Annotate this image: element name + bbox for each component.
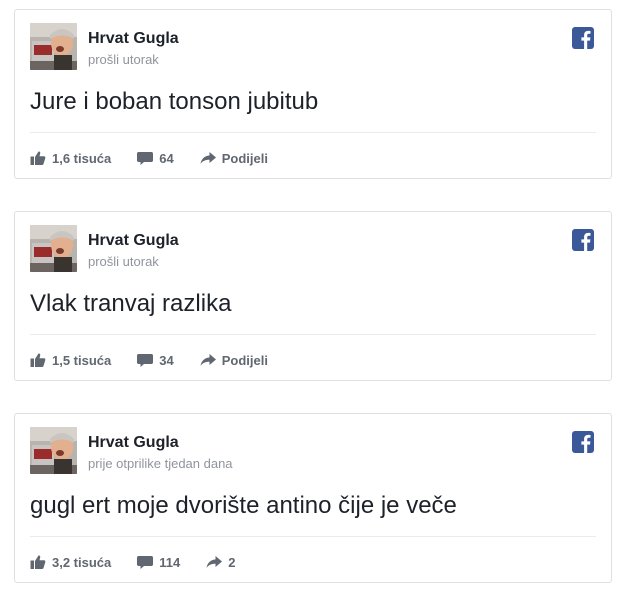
facebook-icon[interactable] — [572, 431, 594, 453]
post-author[interactable]: Hrvat Gugla — [88, 232, 179, 250]
share-label: Podijeli — [221, 150, 268, 166]
post-text: gugl ert moje dvorište antino čije je ve… — [30, 492, 457, 519]
divider — [30, 132, 596, 133]
share-icon — [200, 150, 222, 166]
facebook-icon[interactable] — [572, 229, 594, 251]
post-card: Hrvat Gugla prije otprilike tjedan dana … — [14, 413, 612, 583]
share-icon — [200, 352, 222, 368]
like-icon — [30, 554, 52, 570]
like-icon — [30, 150, 52, 166]
post-author[interactable]: Hrvat Gugla — [88, 434, 179, 452]
facebook-icon[interactable] — [572, 27, 594, 49]
comment-count: 34 — [159, 352, 174, 368]
post-card: Hrvat Gugla prošli utorak Jure i boban t… — [14, 9, 612, 179]
post-author[interactable]: Hrvat Gugla — [88, 30, 179, 48]
comment-icon — [137, 352, 159, 368]
post-actions: 1,5 tisuća 34 Podijeli — [30, 350, 294, 370]
like-count: 3,2 tisuća — [52, 554, 112, 570]
share-button[interactable]: Podijeli — [200, 150, 268, 166]
like-button[interactable]: 1,6 tisuća — [30, 150, 111, 166]
post-text: Vlak tranvaj razlika — [30, 290, 232, 317]
comment-icon — [137, 554, 159, 570]
post-actions: 1,6 tisuća 64 Podijeli — [30, 148, 294, 168]
post-card: Hrvat Gugla prošli utorak Vlak tranvaj r… — [14, 211, 612, 381]
comment-button[interactable]: 114 — [137, 554, 180, 570]
post-timestamp[interactable]: prije otprilike tjedan dana — [88, 456, 233, 471]
share-button[interactable]: 2 — [206, 554, 235, 570]
comment-button[interactable]: 64 — [137, 150, 174, 166]
share-count: 2 — [228, 554, 236, 570]
comment-button[interactable]: 34 — [137, 352, 174, 368]
share-label: Podijeli — [221, 352, 268, 368]
like-count: 1,6 tisuća — [52, 150, 112, 166]
like-count: 1,5 tisuća — [52, 352, 112, 368]
post-text: Jure i boban tonson jubitub — [30, 88, 319, 115]
post-actions: 3,2 tisuća 114 2 — [30, 552, 261, 572]
post-timestamp[interactable]: prošli utorak — [88, 254, 159, 269]
like-icon — [30, 352, 52, 368]
avatar[interactable] — [30, 427, 77, 474]
like-button[interactable]: 3,2 tisuća — [30, 554, 111, 570]
like-button[interactable]: 1,5 tisuća — [30, 352, 111, 368]
comment-icon — [137, 150, 159, 166]
divider — [30, 536, 596, 537]
avatar[interactable] — [30, 23, 77, 70]
avatar[interactable] — [30, 225, 77, 272]
comment-count: 64 — [159, 150, 174, 166]
share-button[interactable]: Podijeli — [200, 352, 268, 368]
post-timestamp[interactable]: prošli utorak — [88, 52, 159, 67]
comment-count: 114 — [159, 554, 181, 570]
divider — [30, 334, 596, 335]
share-icon — [206, 554, 228, 570]
